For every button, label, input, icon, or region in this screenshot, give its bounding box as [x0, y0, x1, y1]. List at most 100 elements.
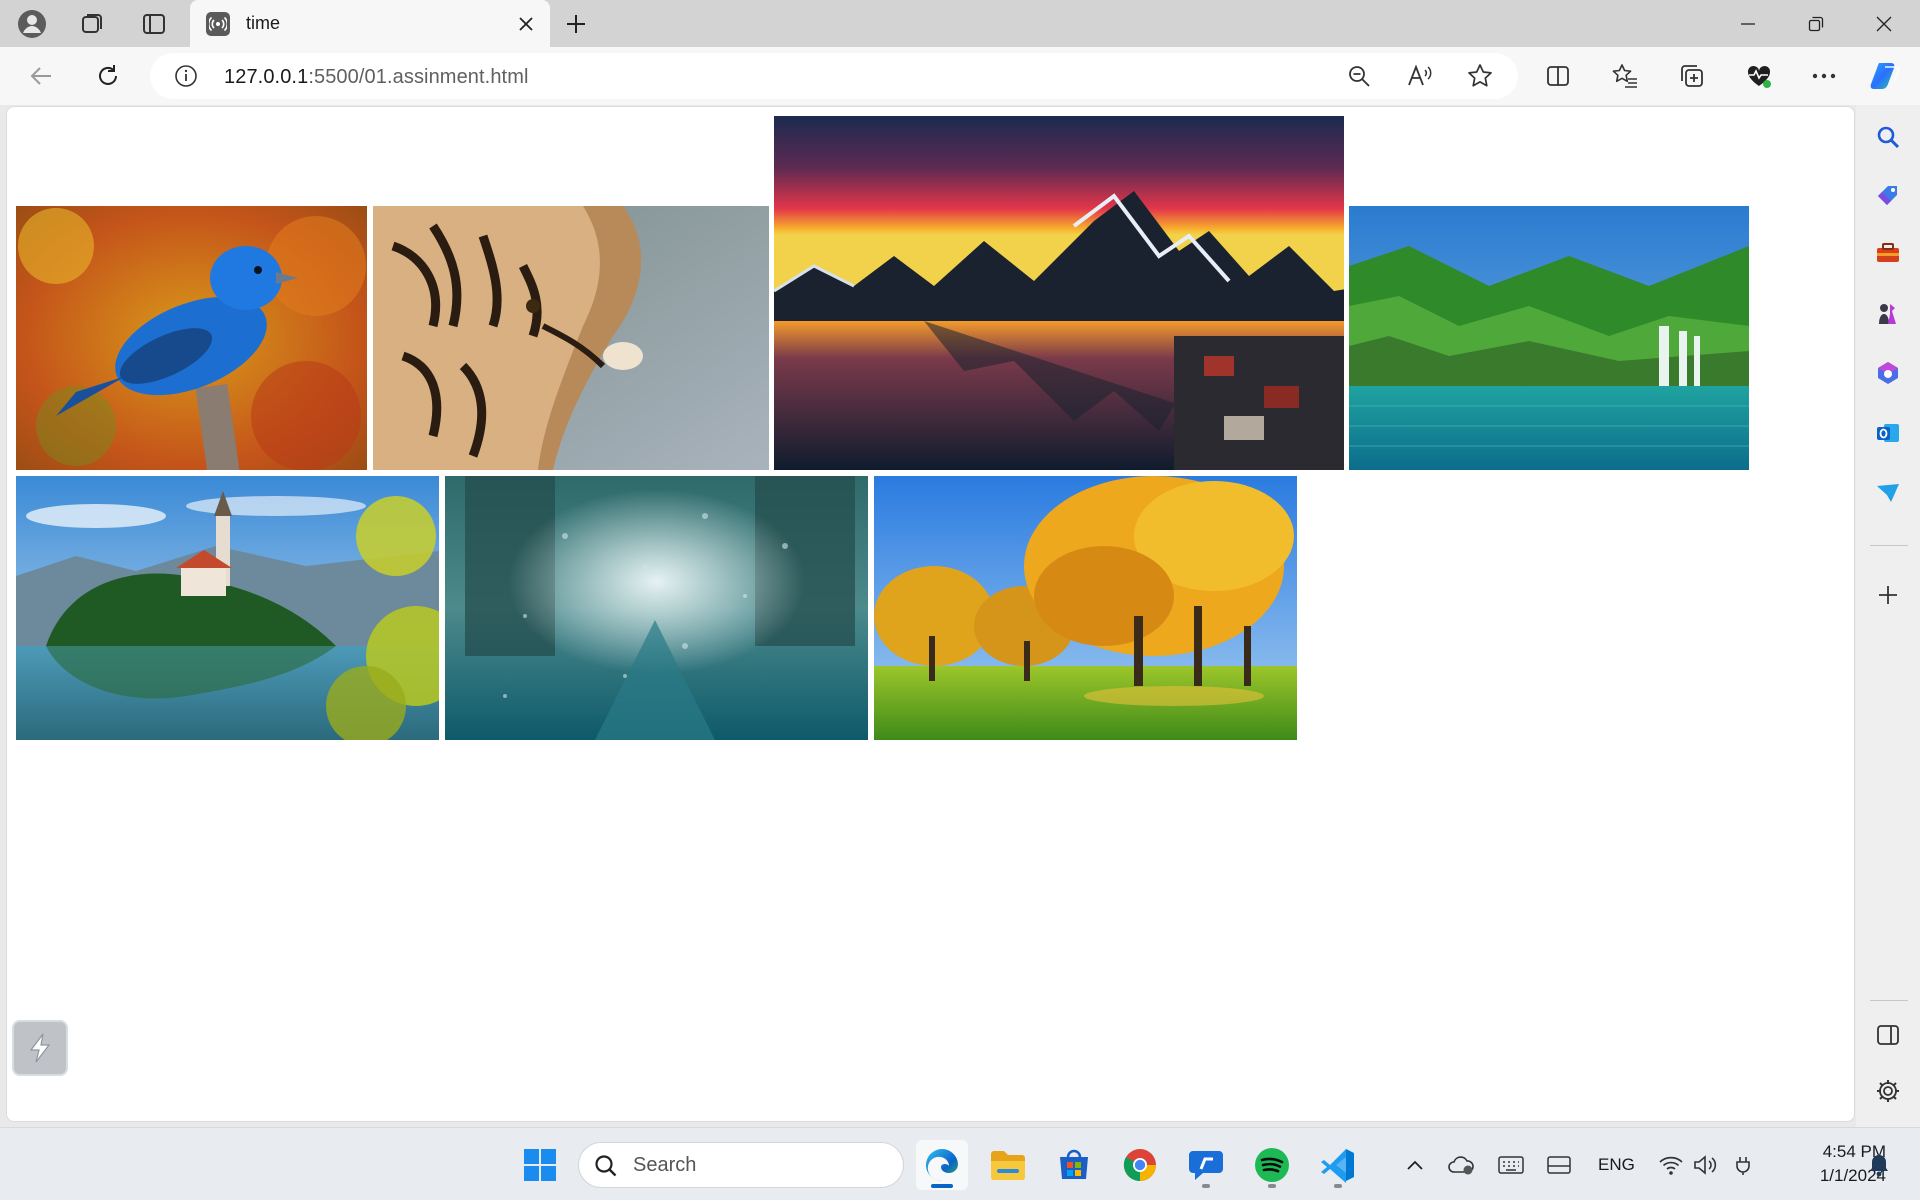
restore-button[interactable]: [1782, 0, 1850, 47]
input-language[interactable]: ENG: [1598, 1155, 1635, 1175]
pen-menu-button[interactable]: [1544, 1150, 1574, 1180]
heart-pulse-icon: [1747, 65, 1771, 88]
favorites-list-icon: [1612, 64, 1637, 88]
favorite-button[interactable]: [1465, 61, 1495, 91]
restore-icon: [1808, 16, 1824, 31]
more-icon: [1812, 73, 1836, 79]
copilot-icon: [1870, 63, 1900, 89]
sidebar-tools-button[interactable]: [1870, 235, 1906, 271]
read-aloud-button[interactable]: [1405, 61, 1435, 91]
profile-button[interactable]: [14, 6, 50, 42]
new-tab-button[interactable]: [556, 6, 596, 42]
search-icon: [1877, 126, 1900, 149]
taskbar-search[interactable]: Search: [578, 1142, 904, 1188]
battery-charging-icon: [1736, 1157, 1750, 1175]
gear-icon: [1877, 1080, 1899, 1102]
taskbar-microsoft-store[interactable]: [1048, 1140, 1100, 1190]
tiger-photo: [373, 206, 769, 470]
wifi-icon: [1659, 1156, 1683, 1175]
plus-icon: [567, 15, 585, 33]
broadcast-icon: [206, 12, 230, 36]
favorites-button[interactable]: [1607, 58, 1643, 94]
network-button[interactable]: [1656, 1150, 1686, 1180]
autumn-trees-photo: [874, 476, 1297, 740]
floating-app-button[interactable]: [12, 1020, 68, 1076]
speaker-icon: [1694, 1155, 1717, 1175]
sidebar-office-button[interactable]: [1870, 355, 1906, 391]
tab-time[interactable]: time: [190, 0, 550, 48]
cloud-icon: [1448, 1156, 1474, 1175]
sidebar-divider: [1870, 545, 1908, 546]
send-plane-icon: [1877, 484, 1899, 502]
sidebar-add-button[interactable]: [1870, 577, 1906, 613]
start-button[interactable]: [514, 1140, 566, 1190]
volume-button[interactable]: [1690, 1150, 1720, 1180]
running-indicator: [1268, 1184, 1276, 1188]
info-icon[interactable]: [174, 64, 198, 88]
taskbar-vscode[interactable]: [1312, 1140, 1364, 1190]
copilot-button[interactable]: [1868, 58, 1904, 94]
waterfall-lake-photo: [1349, 206, 1749, 470]
close-icon: [519, 17, 533, 31]
zoom-out-button[interactable]: [1344, 61, 1374, 91]
close-window-button[interactable]: [1850, 0, 1918, 47]
windows-logo-icon: [524, 1149, 556, 1181]
sidebar-divider: [1870, 1000, 1908, 1001]
settings-more-button[interactable]: [1806, 58, 1842, 94]
sidebar-outlook-button[interactable]: [1870, 415, 1906, 451]
taskbar-quick-assist[interactable]: [1180, 1140, 1232, 1190]
collections-button[interactable]: [1674, 58, 1710, 94]
touch-keyboard-button[interactable]: [1496, 1150, 1526, 1180]
taskbar-chrome[interactable]: [1114, 1140, 1166, 1190]
notifications-button[interactable]: [1864, 1150, 1894, 1180]
tab-title: time: [246, 13, 281, 33]
onedrive-button[interactable]: [1446, 1150, 1476, 1180]
back-button[interactable]: [24, 58, 60, 94]
address-bar[interactable]: 127.0.0.1:5500/01.assinment.html: [150, 53, 1518, 99]
workspaces-button[interactable]: [74, 6, 110, 42]
minimize-icon: [1741, 22, 1755, 25]
sidebar-hide-button[interactable]: [1870, 1017, 1906, 1053]
sidebar-settings-button[interactable]: [1870, 1073, 1906, 1109]
mountain-sunset-photo: [774, 116, 1344, 470]
page-content: [6, 106, 1855, 1122]
rainy-street-photo: [445, 476, 868, 740]
browser-essentials-button[interactable]: [1741, 58, 1777, 94]
folder-icon: [991, 1151, 1025, 1180]
minimize-button[interactable]: [1714, 0, 1782, 47]
taskbar-file-explorer[interactable]: [982, 1140, 1034, 1190]
browser-toolbar: 127.0.0.1:5500/01.assinment.html: [0, 47, 1920, 105]
blue-bird-photo: [16, 206, 367, 470]
quick-assist-icon: [1189, 1151, 1223, 1180]
plus-icon: [1879, 586, 1897, 604]
vertical-tabs-icon: [143, 14, 165, 34]
back-arrow-icon: [30, 67, 51, 85]
workspaces-icon: [82, 14, 102, 33]
sidebar-drop-button[interactable]: [1870, 475, 1906, 511]
title-bar: time: [0, 0, 1920, 48]
chevron-up-icon: [1407, 1160, 1423, 1170]
split-screen-button[interactable]: [1540, 58, 1576, 94]
refresh-icon: [99, 65, 117, 85]
taskbar-spotify[interactable]: [1246, 1140, 1298, 1190]
keyboard-icon: [1498, 1156, 1524, 1174]
show-hidden-icons-button[interactable]: [1400, 1150, 1430, 1180]
tab-close-button[interactable]: [512, 10, 540, 38]
refresh-button[interactable]: [90, 58, 126, 94]
star-icon: [1468, 64, 1492, 87]
sidebar-games-button[interactable]: [1870, 295, 1906, 331]
outlook-icon: [1877, 424, 1899, 442]
sidebar-shopping-button[interactable]: [1870, 177, 1906, 213]
url-text[interactable]: 127.0.0.1:5500/01.assinment.html: [224, 66, 529, 89]
tab-actions-button[interactable]: [136, 6, 172, 42]
toolbox-icon: [1877, 243, 1899, 262]
url-path: :5500/01.assinment.html: [308, 66, 529, 88]
sidebar-panel-icon: [1877, 1025, 1899, 1045]
battery-button[interactable]: [1728, 1150, 1758, 1180]
vscode-icon: [1321, 1149, 1354, 1183]
search-icon: [595, 1155, 617, 1177]
taskbar-edge[interactable]: [916, 1140, 968, 1190]
edge-icon: [926, 1149, 958, 1181]
microsoft-365-icon: [1878, 362, 1898, 384]
sidebar-search-button[interactable]: [1870, 119, 1906, 155]
